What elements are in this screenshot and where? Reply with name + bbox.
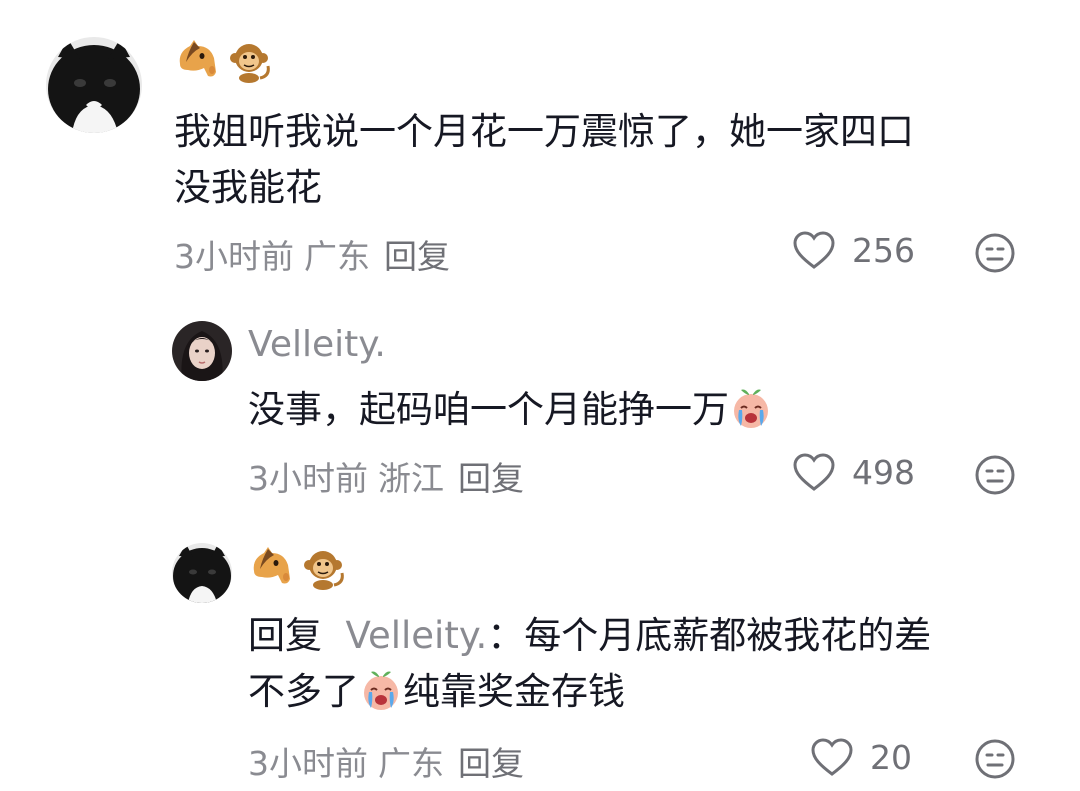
username[interactable] <box>248 545 346 591</box>
like-button[interactable]: 256 <box>792 230 915 270</box>
comment-location: 广东 <box>304 237 370 276</box>
comment-text: 没事，起码咱一个月能挣一万 <box>248 382 1028 438</box>
reply-button[interactable]: 回复 <box>458 744 524 783</box>
heart-icon <box>793 231 835 269</box>
dislike-button[interactable] <box>974 454 1016 496</box>
crying-peach-emoji <box>359 668 403 712</box>
dislike-button[interactable] <box>974 738 1016 780</box>
user-avatar[interactable] <box>172 543 232 603</box>
comment-location: 广东 <box>378 744 444 783</box>
user-avatar[interactable] <box>46 37 142 133</box>
comment-time: 3小时前 <box>248 459 368 498</box>
like-count: 256 <box>852 230 915 270</box>
comment-text-segment: 不多了 <box>248 670 359 713</box>
heart-icon <box>811 738 853 776</box>
like-count: 498 <box>852 452 915 492</box>
monkey-icon <box>300 545 346 591</box>
neutral-face-icon <box>975 455 1015 495</box>
heart-icon <box>793 453 835 491</box>
comment-meta: 3小时前 浙江 回复 <box>248 452 524 500</box>
comment-text: 回复 Velleity.：每个月底薪都被我花的差 不多了 纯靠奖金存钱 <box>248 608 1038 720</box>
comment-time: 3小时前 <box>248 744 368 783</box>
like-button[interactable]: 20 <box>810 737 912 777</box>
comment-text-line: 没事，起码咱一个月能挣一万 <box>248 388 729 431</box>
crying-peach-emoji <box>729 386 773 430</box>
comment-meta: 3小时前 广东 回复 <box>248 737 524 785</box>
cat-avatar-icon <box>172 543 232 603</box>
dislike-button[interactable] <box>974 232 1016 274</box>
comment-meta: 3小时前 广东 回复 <box>174 230 450 278</box>
comment-text: 我姐听我说一个月花一万震惊了，她一家四口 没我能花 <box>174 104 1034 216</box>
girl-portrait-avatar-icon <box>172 321 232 381</box>
reply-button[interactable]: 回复 <box>458 459 524 498</box>
horse-face-icon <box>174 38 220 84</box>
comment-text-segment: 纯靠奖金存钱 <box>403 670 625 713</box>
user-avatar[interactable] <box>172 321 232 381</box>
comment-location: 浙江 <box>378 459 444 498</box>
comment-text-line: 没我能花 <box>174 166 322 209</box>
like-button[interactable]: 498 <box>792 452 915 492</box>
comment-text-segment: 每个月底薪都被我花的差 <box>524 614 932 657</box>
username[interactable] <box>174 38 272 84</box>
comment-text-line: 不多了 纯靠奖金存钱 <box>248 664 1038 720</box>
comment-text-line: 我姐听我说一个月花一万震惊了，她一家四口 <box>174 110 914 153</box>
neutral-face-icon <box>975 739 1015 779</box>
neutral-face-icon <box>975 233 1015 273</box>
username[interactable]: Velleity. <box>248 324 386 365</box>
reply-target-username[interactable]: Velleity. <box>346 614 488 657</box>
reply-colon: ： <box>487 614 525 657</box>
comment-time: 3小时前 <box>174 237 294 276</box>
like-count: 20 <box>870 737 912 777</box>
cat-avatar-icon <box>46 37 142 133</box>
horse-face-icon <box>248 545 294 591</box>
reply-button[interactable]: 回复 <box>384 237 450 276</box>
monkey-icon <box>226 38 272 84</box>
comment-text-line: 回复 Velleity.：每个月底薪都被我花的差 <box>248 608 1038 664</box>
reply-prefix: 回复 <box>248 614 322 657</box>
